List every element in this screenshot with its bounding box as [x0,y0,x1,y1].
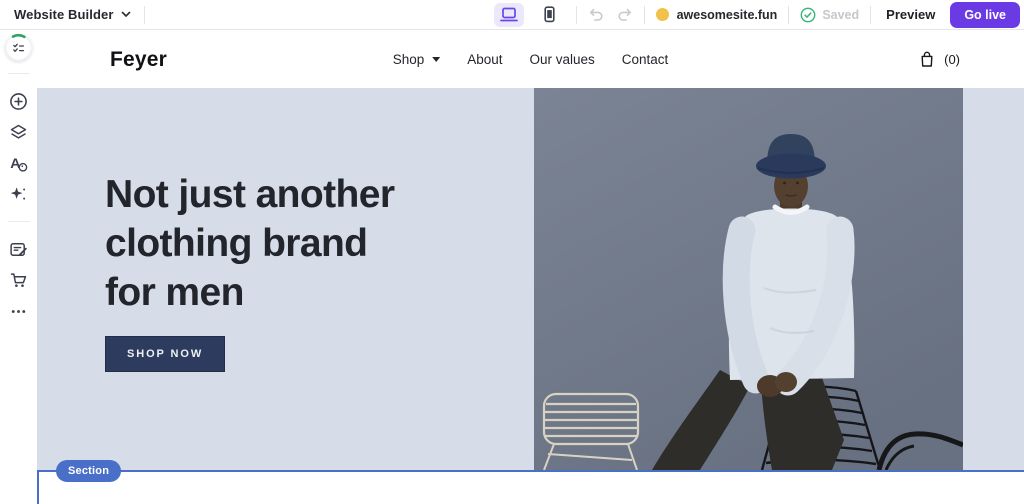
phone-icon [543,6,556,23]
edit-content-button[interactable] [8,238,30,260]
nav-item-label: Shop [393,52,425,67]
nav-item-label: About [467,52,502,67]
shopping-bag-icon [918,50,936,69]
saved-label: Saved [822,8,859,22]
site-nav: Shop About Our values Contact [393,52,669,67]
divider [576,6,577,24]
editor-tool-rail: A [0,31,37,504]
cart-icon [9,271,28,290]
ai-tools-button[interactable] [8,183,30,205]
hero-heading[interactable]: Not just another clothing brand for men [105,170,394,317]
divider [8,221,30,222]
nav-item-about[interactable]: About [467,52,502,67]
hero-heading-line: clothing brand [105,219,394,268]
site-cart-button[interactable]: (0) [918,50,960,69]
domain-label: awesomesite.fun [677,8,778,22]
divider [644,6,645,24]
site-logo[interactable]: Feyer [110,48,167,72]
app-title-menu[interactable]: Website Builder [14,7,131,22]
store-button[interactable] [8,269,30,291]
app-title: Website Builder [14,7,114,22]
section-strip[interactable]: Section [37,470,1024,504]
hero-heading-line: Not just another [105,170,394,219]
divider [870,6,871,24]
nav-item-contact[interactable]: Contact [622,52,669,67]
go-live-button[interactable]: Go live [950,2,1020,28]
section-badge[interactable]: Section [56,460,121,482]
layers-icon [9,123,28,142]
dropdown-caret-icon [432,57,440,62]
domain-menu[interactable]: awesomesite.fun [656,8,778,22]
divider [788,6,789,24]
progress-checklist-icon [5,34,32,61]
hero-text-block: Not just another clothing brand for men … [105,170,394,372]
man-in-bucket-hat-photo [534,88,963,470]
plus-circle-icon [9,92,28,111]
add-section-button[interactable] [8,90,30,112]
shop-now-button[interactable]: SHOP NOW [105,336,225,372]
ellipsis-icon [9,302,28,321]
hero-photo[interactable] [534,88,963,470]
sparkles-icon [9,185,28,204]
divider [144,6,145,24]
divider [8,73,30,74]
more-tools-button[interactable] [8,300,30,322]
saved-check-icon [800,7,816,23]
nav-item-our-values[interactable]: Our values [530,52,595,67]
theme-design-button[interactable]: A [8,152,30,174]
chevron-down-icon [121,11,131,19]
nav-item-shop[interactable]: Shop [393,52,441,67]
preview-button[interactable]: Preview [886,7,935,22]
font-palette-icon: A [9,154,28,173]
undo-button[interactable] [588,7,605,23]
svg-text:A: A [10,156,20,172]
hero-heading-line: for men [105,268,394,317]
nav-item-label: Our values [530,52,595,67]
mobile-view-toggle[interactable] [535,3,565,27]
site-header[interactable]: Feyer Shop About Our values Contact (0) [37,31,1024,88]
site-canvas: Feyer Shop About Our values Contact (0) [37,31,1024,504]
redo-icon [616,7,633,23]
setup-guide-button[interactable] [5,34,32,61]
saved-status: Saved [800,7,859,23]
nav-item-label: Contact [622,52,669,67]
edit-note-icon [9,240,28,259]
undo-icon [588,7,605,23]
cart-count: (0) [944,52,960,67]
hero-section[interactable]: Not just another clothing brand for men … [37,88,1024,470]
laptop-icon [499,7,519,23]
editor-topbar: Website Builder [0,0,1024,30]
desktop-view-toggle[interactable] [494,3,524,27]
redo-button[interactable] [616,7,633,23]
domain-status-dot [656,8,669,21]
pages-layers-button[interactable] [8,121,30,143]
